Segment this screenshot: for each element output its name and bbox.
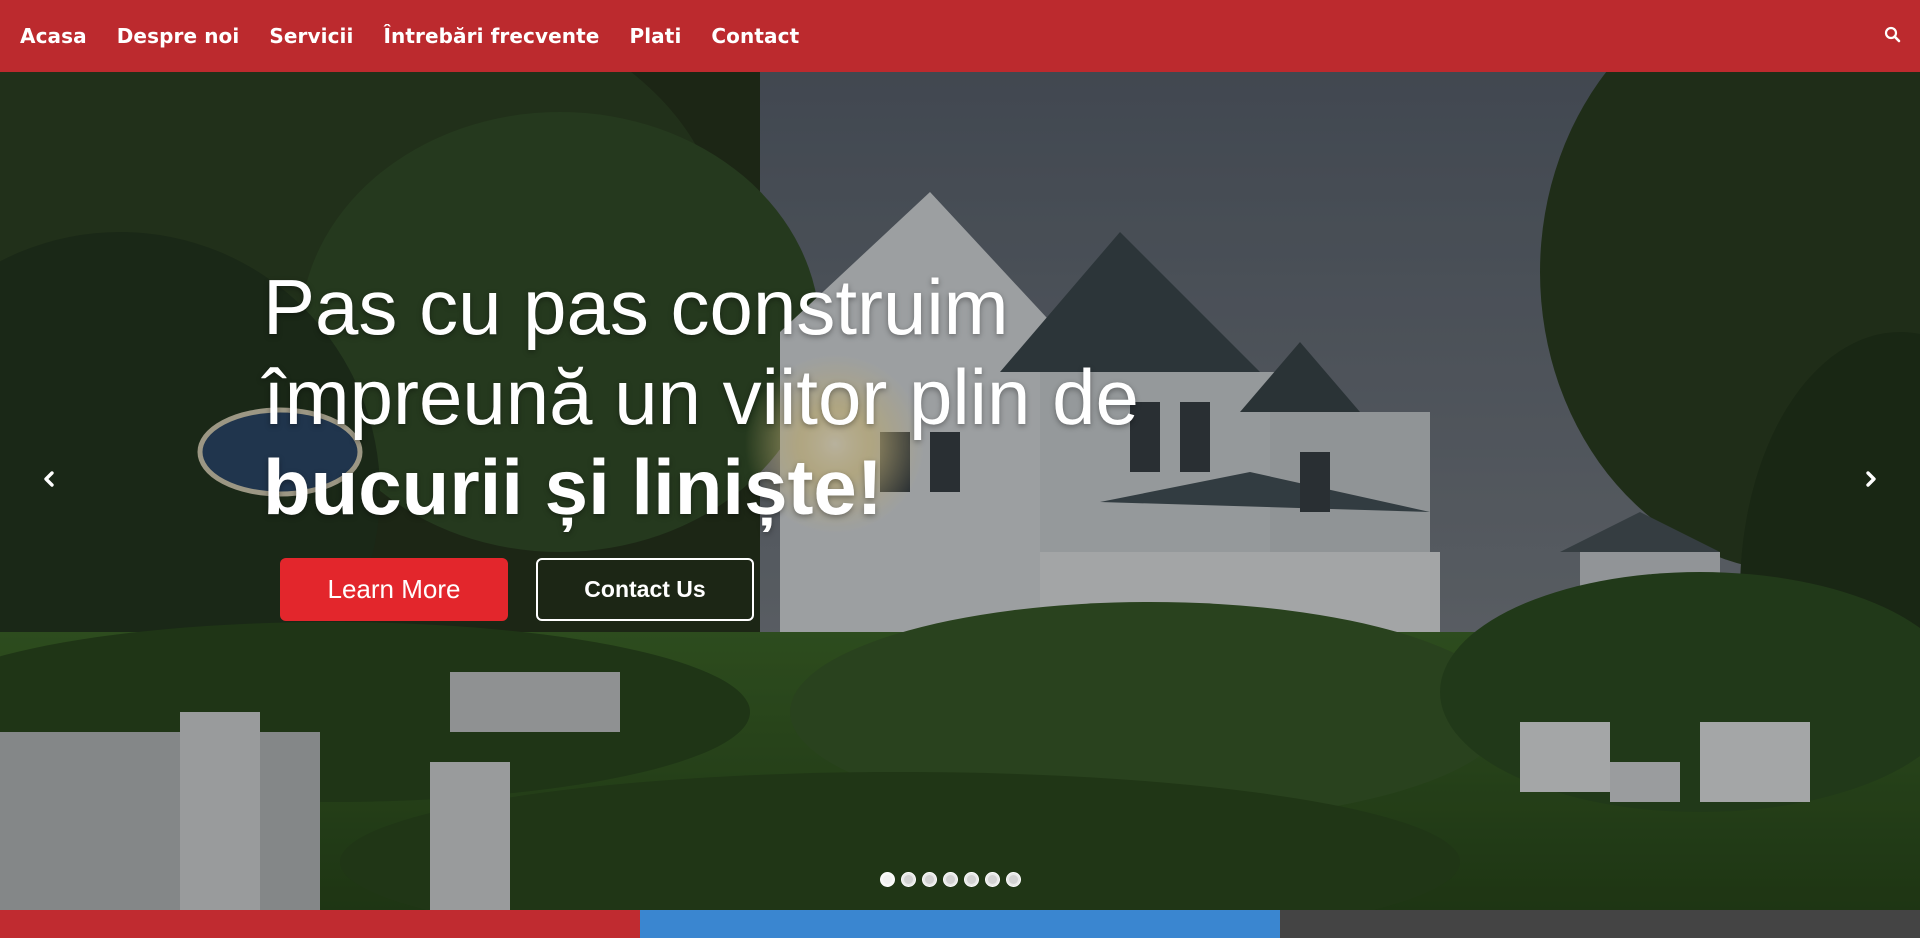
contact-us-button[interactable]: Contact Us: [536, 558, 754, 621]
slider-dot[interactable]: [964, 872, 979, 887]
chevron-left-icon[interactable]: [36, 466, 62, 492]
nav-item-despre-noi[interactable]: Despre noi: [117, 24, 240, 48]
hero-title: Pas cu pas construim împreună un viitor …: [263, 262, 1163, 532]
hero-slider: Pas cu pas construim împreună un viitor …: [0, 72, 1920, 910]
hero-title-line-1: Pas cu pas construim: [263, 263, 1009, 351]
nav-item-intrebari-frecvente[interactable]: Întrebări frecvente: [383, 24, 599, 48]
hero-title-line-2: împreună un viitor plin de: [263, 353, 1139, 441]
slider-dot[interactable]: [1006, 872, 1021, 887]
feature-strip-gray[interactable]: [1280, 910, 1920, 938]
nav-item-servicii[interactable]: Servicii: [269, 24, 353, 48]
slider-dot[interactable]: [943, 872, 958, 887]
slider-pagination: [880, 872, 1027, 890]
hero-title-line-3: bucurii și liniște!: [263, 443, 883, 531]
chevron-right-icon[interactable]: [1858, 466, 1884, 492]
nav-item-contact[interactable]: Contact: [711, 24, 799, 48]
slider-dot[interactable]: [985, 872, 1000, 887]
feature-strip-blue[interactable]: [640, 910, 1280, 938]
slider-dot[interactable]: [922, 872, 937, 887]
top-navbar: Acasa Despre noi Servicii Întrebări frec…: [0, 0, 1920, 72]
main-nav: Acasa Despre noi Servicii Întrebări frec…: [20, 0, 829, 72]
learn-more-button[interactable]: Learn More: [280, 558, 508, 621]
slider-dot[interactable]: [901, 872, 916, 887]
feature-strip: [0, 910, 1920, 938]
slider-dot[interactable]: [880, 872, 895, 887]
nav-item-plati[interactable]: Plati: [629, 24, 681, 48]
search-icon[interactable]: [1882, 24, 1904, 46]
feature-strip-red[interactable]: [0, 910, 640, 938]
nav-item-acasa[interactable]: Acasa: [20, 24, 87, 48]
